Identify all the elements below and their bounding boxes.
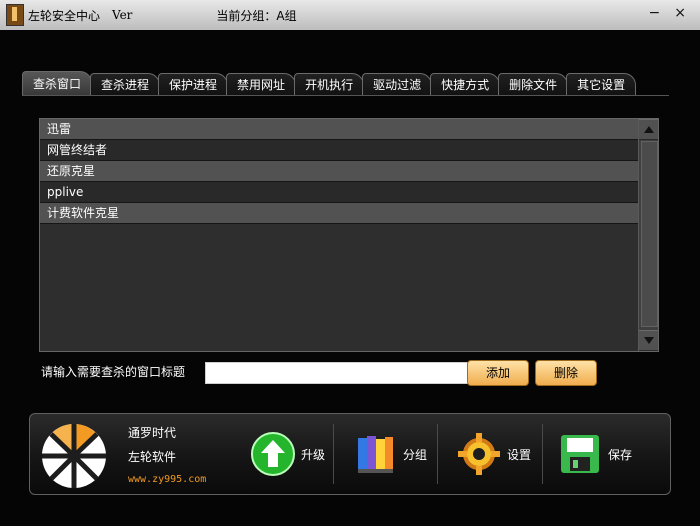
bottom-toolbar: 通罗时代 左轮软件 www.zy995.com 升级 分组 设置 保存 bbox=[29, 413, 671, 495]
arrow-down-icon bbox=[644, 337, 654, 344]
list-item[interactable]: pplive bbox=[40, 182, 638, 203]
tab-kill-process[interactable]: 查杀进程 bbox=[90, 73, 161, 95]
books-icon bbox=[358, 436, 393, 473]
tab-other-settings[interactable]: 其它设置 bbox=[566, 73, 637, 95]
upload-arrow-icon bbox=[251, 432, 295, 476]
tab-kill-window[interactable]: 查杀窗口 bbox=[22, 71, 93, 95]
tab-block-url[interactable]: 禁用网址 bbox=[226, 73, 297, 95]
tab-shortcuts[interactable]: 快捷方式 bbox=[430, 73, 501, 95]
window-title-input-label: 请输入需要查杀的窗口标题 bbox=[41, 365, 186, 379]
brand-line-1: 通罗时代 bbox=[128, 426, 177, 440]
list-item[interactable]: 计费软件克星 bbox=[40, 203, 638, 224]
tab-delete-files[interactable]: 删除文件 bbox=[498, 73, 569, 95]
settings-label: 设置 bbox=[507, 447, 532, 462]
scroll-thumb[interactable] bbox=[641, 141, 658, 327]
window-title: 左轮安全中心 bbox=[28, 8, 101, 23]
list-scrollbar[interactable] bbox=[638, 119, 658, 351]
save-label: 保存 bbox=[608, 447, 633, 462]
revolver-cylinder-logo-icon bbox=[42, 424, 106, 488]
floppy-disk-icon bbox=[561, 435, 599, 473]
tab-content-border bbox=[22, 95, 669, 96]
brand-line-2: 左轮软件 bbox=[128, 450, 177, 464]
brand-url-link[interactable]: www.zy995.com bbox=[128, 474, 206, 485]
toolbar-separator bbox=[437, 424, 438, 484]
app-icon bbox=[6, 4, 24, 26]
upgrade-label: 升级 bbox=[301, 447, 326, 462]
add-button[interactable]: 添加 bbox=[467, 360, 529, 386]
close-button[interactable]: × bbox=[674, 5, 686, 21]
current-group-label: 当前分组：A组 bbox=[216, 8, 297, 23]
toolbar-separator bbox=[542, 424, 543, 484]
save-button[interactable]: 保存 bbox=[557, 414, 632, 494]
main-window: 查杀窗口 查杀进程 保护进程 禁用网址 开机执行 驱动过滤 快捷方式 删除文件 … bbox=[0, 30, 700, 526]
list-item[interactable]: 迅雷 bbox=[40, 119, 638, 140]
settings-button[interactable]: 设置 bbox=[456, 414, 531, 494]
arrow-up-icon bbox=[644, 126, 654, 133]
upgrade-button[interactable]: 升级 bbox=[250, 414, 325, 494]
group-label: 分组 bbox=[403, 447, 428, 462]
tab-startup[interactable]: 开机执行 bbox=[294, 73, 365, 95]
minimize-button[interactable]: − bbox=[649, 5, 661, 21]
list-item[interactable]: 网管终结者 bbox=[40, 140, 638, 161]
tab-bar: 查杀窗口 查杀进程 保护进程 禁用网址 开机执行 驱动过滤 快捷方式 删除文件 … bbox=[22, 71, 637, 95]
group-button[interactable]: 分组 bbox=[352, 414, 427, 494]
gear-icon bbox=[458, 433, 500, 475]
tab-protect-process[interactable]: 保护进程 bbox=[158, 73, 229, 95]
scroll-down-button[interactable] bbox=[639, 330, 658, 351]
list-item[interactable]: 还原克星 bbox=[40, 161, 638, 182]
window-title-input[interactable] bbox=[205, 362, 470, 384]
tab-driver-filter[interactable]: 驱动过滤 bbox=[362, 73, 433, 95]
window-list[interactable]: 迅雷 网管终结者 还原克星 pplive 计费软件克星 bbox=[39, 118, 659, 352]
title-bar: 左轮安全中心 Ver 当前分组：A组 − × bbox=[0, 0, 700, 30]
scroll-up-button[interactable] bbox=[639, 119, 658, 140]
version-label: Ver bbox=[112, 8, 133, 22]
delete-button[interactable]: 删除 bbox=[535, 360, 597, 386]
toolbar-separator bbox=[333, 424, 334, 484]
